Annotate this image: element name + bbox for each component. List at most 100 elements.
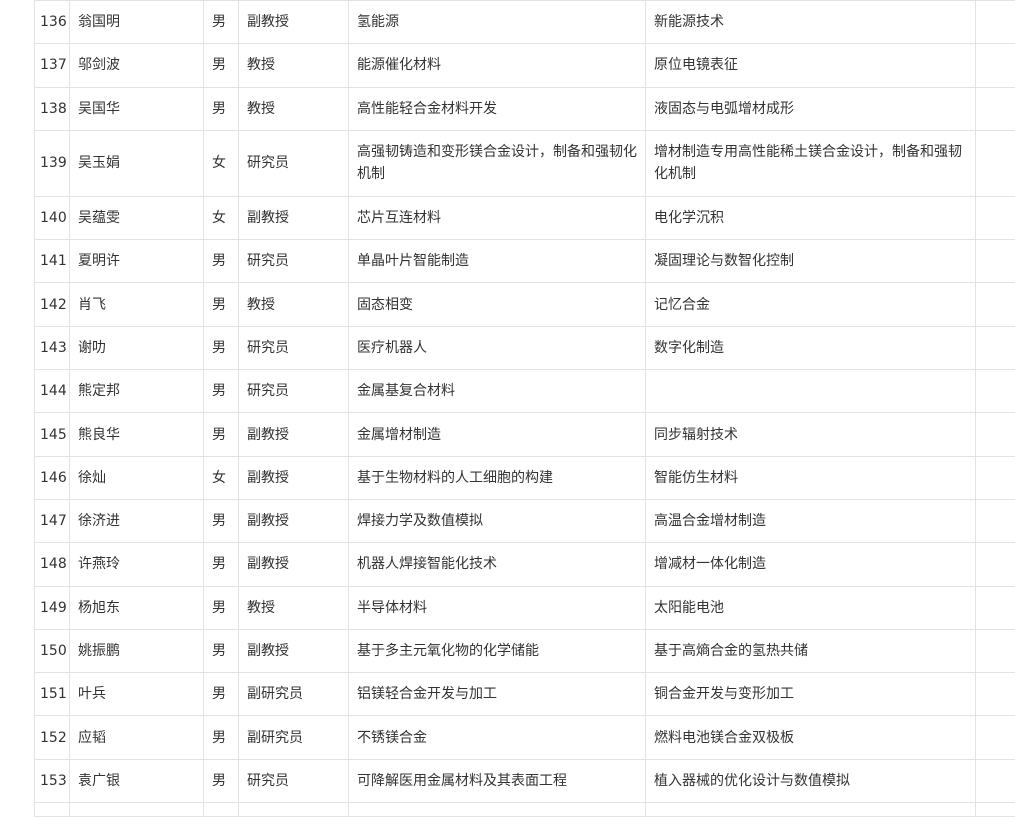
table-row: 151叶兵男副研究员铝镁轻合金开发与加工铜合金开发与变形加工 xyxy=(35,673,1015,716)
table-cell-empty xyxy=(35,803,70,817)
title-cell: 副研究员 xyxy=(239,673,349,716)
name-cell: 叶兵 xyxy=(70,673,204,716)
gender-cell: 男 xyxy=(204,716,239,759)
research-direction-1-cell: 不锈镁合金 xyxy=(349,716,646,759)
research-direction-1-cell: 高性能轻合金材料开发 xyxy=(349,87,646,130)
research-direction-1-cell: 氢能源 xyxy=(349,1,646,44)
table-cell-empty xyxy=(976,196,1015,239)
name-cell: 应韬 xyxy=(70,716,204,759)
table-cell-empty xyxy=(976,499,1015,542)
table-row: 147徐济进男副教授焊接力学及数值模拟高温合金增材制造 xyxy=(35,499,1015,542)
research-direction-2-cell: 记忆合金 xyxy=(646,283,976,326)
title-cell: 副教授 xyxy=(239,629,349,672)
table-row: 145熊良华男副教授金属增材制造同步辐射技术 xyxy=(35,413,1015,456)
name-cell: 熊定邦 xyxy=(70,370,204,413)
table-cell-empty xyxy=(976,543,1015,586)
table-cell-empty xyxy=(976,586,1015,629)
table-row: 141夏明许男研究员单晶叶片智能制造凝固理论与数智化控制 xyxy=(35,240,1015,283)
row-id-cell: 140 xyxy=(35,196,70,239)
name-cell: 吴玉娟 xyxy=(70,130,204,196)
title-cell: 研究员 xyxy=(239,326,349,369)
table-row: 142肖飞男教授固态相变记忆合金 xyxy=(35,283,1015,326)
research-direction-1-cell: 芯片互连材料 xyxy=(349,196,646,239)
row-id-cell: 145 xyxy=(35,413,70,456)
name-cell: 夏明许 xyxy=(70,240,204,283)
title-cell: 副研究员 xyxy=(239,716,349,759)
gender-cell: 男 xyxy=(204,283,239,326)
research-direction-1-cell: 焊接力学及数值模拟 xyxy=(349,499,646,542)
research-direction-1-cell: 医疗机器人 xyxy=(349,326,646,369)
table-cell-empty xyxy=(349,803,646,817)
table-row: 146徐灿女副教授基于生物材料的人工细胞的构建智能仿生材料 xyxy=(35,456,1015,499)
gender-cell: 男 xyxy=(204,44,239,87)
table-row: 150姚振鹏男副教授基于多主元氧化物的化学储能基于高熵合金的氢热共储 xyxy=(35,629,1015,672)
gender-cell: 女 xyxy=(204,196,239,239)
research-direction-1-cell: 单晶叶片智能制造 xyxy=(349,240,646,283)
research-direction-1-cell: 固态相变 xyxy=(349,283,646,326)
row-id-cell: 136 xyxy=(35,1,70,44)
row-id-cell: 150 xyxy=(35,629,70,672)
research-direction-2-cell: 电化学沉积 xyxy=(646,196,976,239)
table-row: 149杨旭东男教授半导体材料太阳能电池 xyxy=(35,586,1015,629)
table-cell-empty xyxy=(976,44,1015,87)
table-cell-empty xyxy=(204,803,239,817)
name-cell: 徐济进 xyxy=(70,499,204,542)
research-direction-1-cell: 能源催化材料 xyxy=(349,44,646,87)
name-cell: 熊良华 xyxy=(70,413,204,456)
row-id-cell: 146 xyxy=(35,456,70,499)
title-cell: 副教授 xyxy=(239,413,349,456)
row-id-cell: 139 xyxy=(35,130,70,196)
gender-cell: 男 xyxy=(204,673,239,716)
table-row: 144熊定邦男研究员金属基复合材料 xyxy=(35,370,1015,413)
gender-cell: 男 xyxy=(204,543,239,586)
table-row: 140吴蕴雯女副教授芯片互连材料电化学沉积 xyxy=(35,196,1015,239)
table-cell-empty xyxy=(976,1,1015,44)
research-direction-2-cell: 植入器械的优化设计与数值模拟 xyxy=(646,759,976,802)
research-direction-2-cell: 铜合金开发与变形加工 xyxy=(646,673,976,716)
row-id-cell: 143 xyxy=(35,326,70,369)
gender-cell: 男 xyxy=(204,759,239,802)
row-id-cell: 152 xyxy=(35,716,70,759)
name-cell: 吴蕴雯 xyxy=(70,196,204,239)
research-direction-2-cell: 燃料电池镁合金双极板 xyxy=(646,716,976,759)
title-cell: 研究员 xyxy=(239,240,349,283)
name-cell: 杨旭东 xyxy=(70,586,204,629)
name-cell: 袁广银 xyxy=(70,759,204,802)
research-direction-1-cell: 基于生物材料的人工细胞的构建 xyxy=(349,456,646,499)
table-row: 138吴国华男教授高性能轻合金材料开发液固态与电弧增材成形 xyxy=(35,87,1015,130)
table-cell-empty xyxy=(976,673,1015,716)
research-direction-1-cell: 基于多主元氧化物的化学储能 xyxy=(349,629,646,672)
title-cell: 教授 xyxy=(239,283,349,326)
research-direction-1-cell: 金属基复合材料 xyxy=(349,370,646,413)
table-cell-empty xyxy=(976,759,1015,802)
row-id-cell: 148 xyxy=(35,543,70,586)
title-cell: 副教授 xyxy=(239,1,349,44)
gender-cell: 男 xyxy=(204,326,239,369)
table-cell-empty xyxy=(976,413,1015,456)
research-direction-2-cell: 新能源技术 xyxy=(646,1,976,44)
research-direction-2-cell: 基于高熵合金的氢热共储 xyxy=(646,629,976,672)
table-row: 139吴玉娟女研究员高强韧铸造和变形镁合金设计，制备和强韧化机制增材制造专用高性… xyxy=(35,130,1015,196)
research-direction-2-cell xyxy=(646,370,976,413)
title-cell: 研究员 xyxy=(239,759,349,802)
research-direction-2-cell: 增材制造专用高性能稀土镁合金设计，制备和强韧化机制 xyxy=(646,130,976,196)
gender-cell: 男 xyxy=(204,370,239,413)
row-id-cell: 138 xyxy=(35,87,70,130)
title-cell: 教授 xyxy=(239,44,349,87)
row-id-cell: 147 xyxy=(35,499,70,542)
table-row-partial xyxy=(35,803,1015,817)
research-direction-2-cell: 同步辐射技术 xyxy=(646,413,976,456)
faculty-table-body: 136翁国明男副教授氢能源新能源技术137邬剑波男教授能源催化材料原位电镜表征1… xyxy=(35,1,1015,817)
title-cell: 教授 xyxy=(239,586,349,629)
row-id-cell: 151 xyxy=(35,673,70,716)
research-direction-1-cell: 高强韧铸造和变形镁合金设计，制备和强韧化机制 xyxy=(349,130,646,196)
name-cell: 徐灿 xyxy=(70,456,204,499)
table-row: 153袁广银男研究员可降解医用金属材料及其表面工程植入器械的优化设计与数值模拟 xyxy=(35,759,1015,802)
row-id-cell: 142 xyxy=(35,283,70,326)
faculty-table-container: 136翁国明男副教授氢能源新能源技术137邬剑波男教授能源催化材料原位电镜表征1… xyxy=(34,0,1015,817)
table-cell-empty xyxy=(976,716,1015,759)
table-cell-empty xyxy=(976,326,1015,369)
gender-cell: 女 xyxy=(204,130,239,196)
research-direction-1-cell: 金属增材制造 xyxy=(349,413,646,456)
table-cell-empty xyxy=(976,456,1015,499)
